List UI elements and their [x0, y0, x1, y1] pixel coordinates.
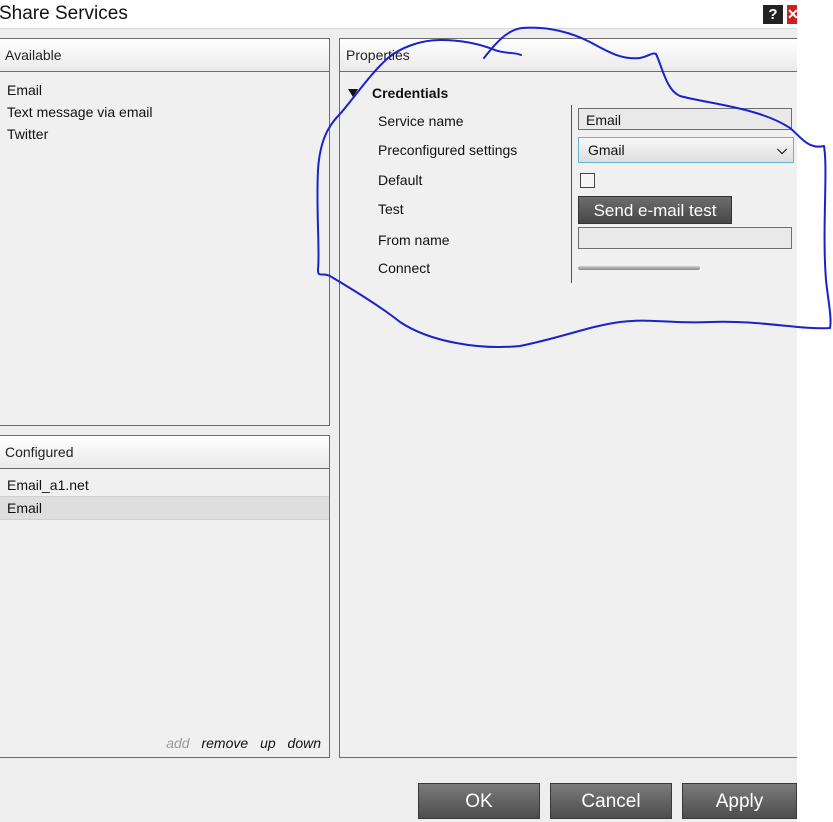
connect-label: Connect [378, 260, 431, 276]
available-list: Email Text message via email Twitter [0, 79, 329, 145]
list-item[interactable]: Email [0, 79, 329, 101]
available-header: Available [0, 39, 329, 72]
share-services-dialog: Share Services ? ✕ Available Email Text … [0, 0, 810, 822]
cancel-button[interactable]: Cancel [550, 783, 672, 819]
credentials-section-toggle[interactable]: Credentials [348, 85, 448, 101]
credentials-label: Credentials [372, 85, 449, 101]
configured-panel: Configured Email_a1.net Email add remove… [0, 435, 330, 758]
property-divider [571, 105, 572, 283]
apply-button[interactable]: Apply [682, 783, 797, 819]
available-panel: Available Email Text message via email T… [0, 38, 330, 426]
from-name-field[interactable] [578, 227, 792, 249]
list-item[interactable]: Email_a1.net [0, 474, 329, 496]
properties-panel: Properties Credentials Service name Prec… [339, 38, 810, 758]
preconfigured-select[interactable]: Gmail ⌵ [578, 137, 794, 163]
connect-progress-bar [578, 266, 700, 270]
properties-header: Properties [340, 39, 810, 72]
configured-header: Configured [0, 436, 329, 469]
test-label: Test [378, 201, 404, 217]
service-name-field[interactable]: Email [578, 108, 792, 130]
default-label: Default [378, 172, 423, 188]
title-bar: Share Services ? ✕ [0, 0, 797, 29]
list-item[interactable]: Text message via email [0, 101, 329, 123]
default-checkbox[interactable] [580, 173, 595, 188]
configured-list: Email_a1.net Email [0, 474, 329, 520]
add-link[interactable]: add [166, 735, 189, 751]
list-item[interactable]: Twitter [0, 123, 329, 145]
preconfigured-value: Gmail [588, 142, 625, 158]
list-item-selected[interactable]: Email [0, 496, 329, 520]
list-actions: add remove up down [158, 735, 321, 751]
service-name-label: Service name [378, 113, 464, 129]
from-name-label: From name [378, 232, 450, 248]
close-button[interactable]: ✕ [787, 5, 797, 24]
ok-button[interactable]: OK [418, 783, 540, 819]
window-edge [797, 0, 833, 822]
preconfigured-label: Preconfigured settings [378, 142, 518, 158]
send-email-test-button[interactable]: Send e-mail test [578, 196, 732, 224]
chevron-down-icon: ⌵ [777, 142, 787, 157]
help-button[interactable]: ? [763, 5, 783, 24]
dialog-title: Share Services [0, 3, 128, 24]
collapse-triangle-icon [348, 89, 358, 97]
remove-link[interactable]: remove [201, 735, 248, 751]
up-link[interactable]: up [260, 735, 276, 751]
down-link[interactable]: down [288, 735, 321, 751]
